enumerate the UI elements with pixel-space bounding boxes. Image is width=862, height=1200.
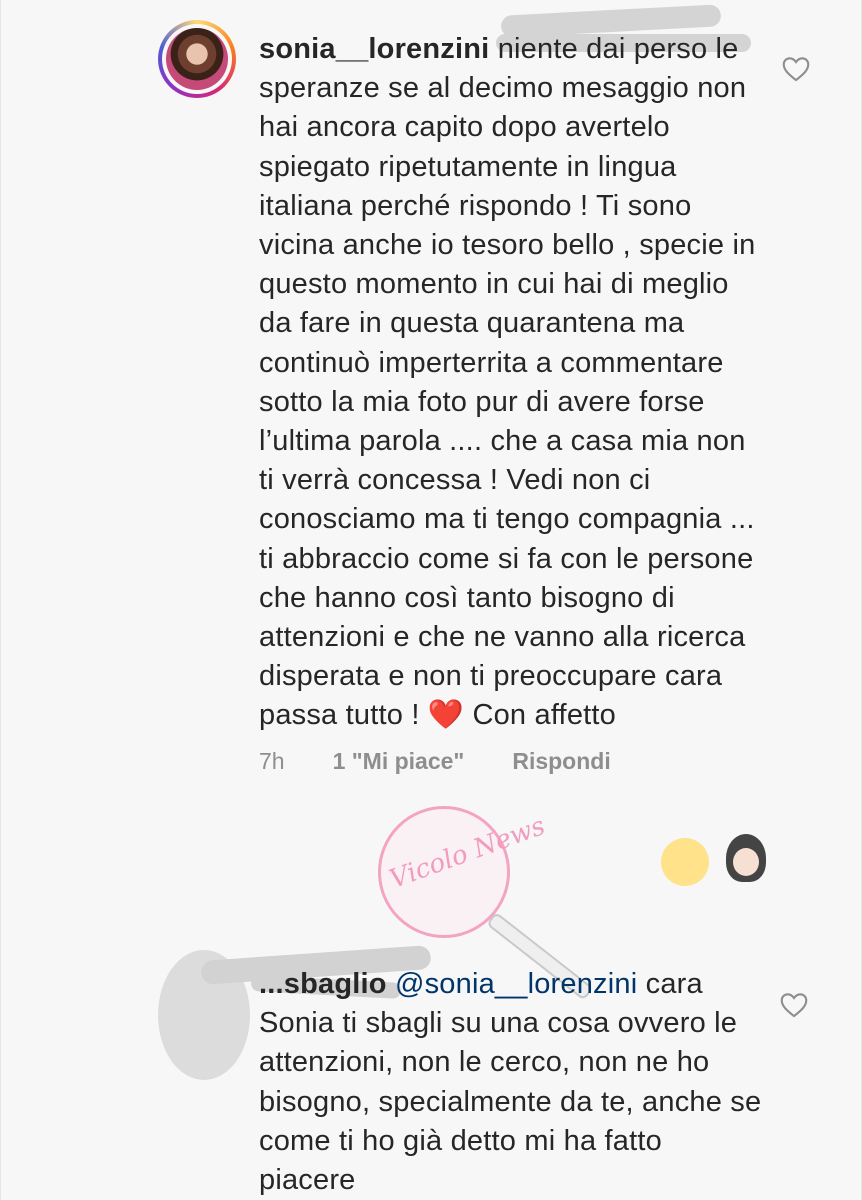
comment-meta: 7h 1 "Mi piace" Rispondi bbox=[259, 748, 763, 775]
comment-text: sonia__lorenzini niente dai perso le spe… bbox=[259, 30, 763, 736]
username[interactable]: sonia__lorenzini bbox=[259, 33, 489, 65]
avatar[interactable] bbox=[158, 20, 236, 98]
comment-body: sonia__lorenzini niente dai perso le spe… bbox=[259, 30, 763, 775]
comment-reply: ...sbaglio @sonia__lorenzini cara Sonia … bbox=[1, 935, 862, 1200]
heart-outline-icon[interactable] bbox=[779, 990, 809, 1020]
heart-outline-icon[interactable] bbox=[781, 54, 811, 84]
heart-emoji-icon: ❤️ bbox=[427, 699, 465, 732]
username[interactable]: ...sbaglio bbox=[259, 968, 387, 1000]
reply-button[interactable]: Rispondi bbox=[512, 748, 610, 775]
timestamp: 7h bbox=[259, 747, 285, 774]
comment-sonia: sonia__lorenzini niente dai perso le spe… bbox=[1, 0, 862, 930]
comment-text: ...sbaglio @sonia__lorenzini cara Sonia … bbox=[259, 965, 763, 1200]
comment-message: cara Sonia ti sbagli su una cosa ovvero … bbox=[259, 968, 762, 1197]
mention-link[interactable]: @sonia__lorenzini bbox=[395, 968, 637, 1000]
instagram-comments-screen: sonia__lorenzini niente dai perso le spe… bbox=[0, 0, 862, 1200]
likes-count[interactable]: 1 "Mi piace" bbox=[333, 748, 465, 775]
comment-signoff: Con affetto bbox=[472, 699, 616, 732]
comment-message: niente dai perso le speranze se al decim… bbox=[259, 33, 756, 732]
comment-body: ...sbaglio @sonia__lorenzini cara Sonia … bbox=[259, 965, 763, 1200]
